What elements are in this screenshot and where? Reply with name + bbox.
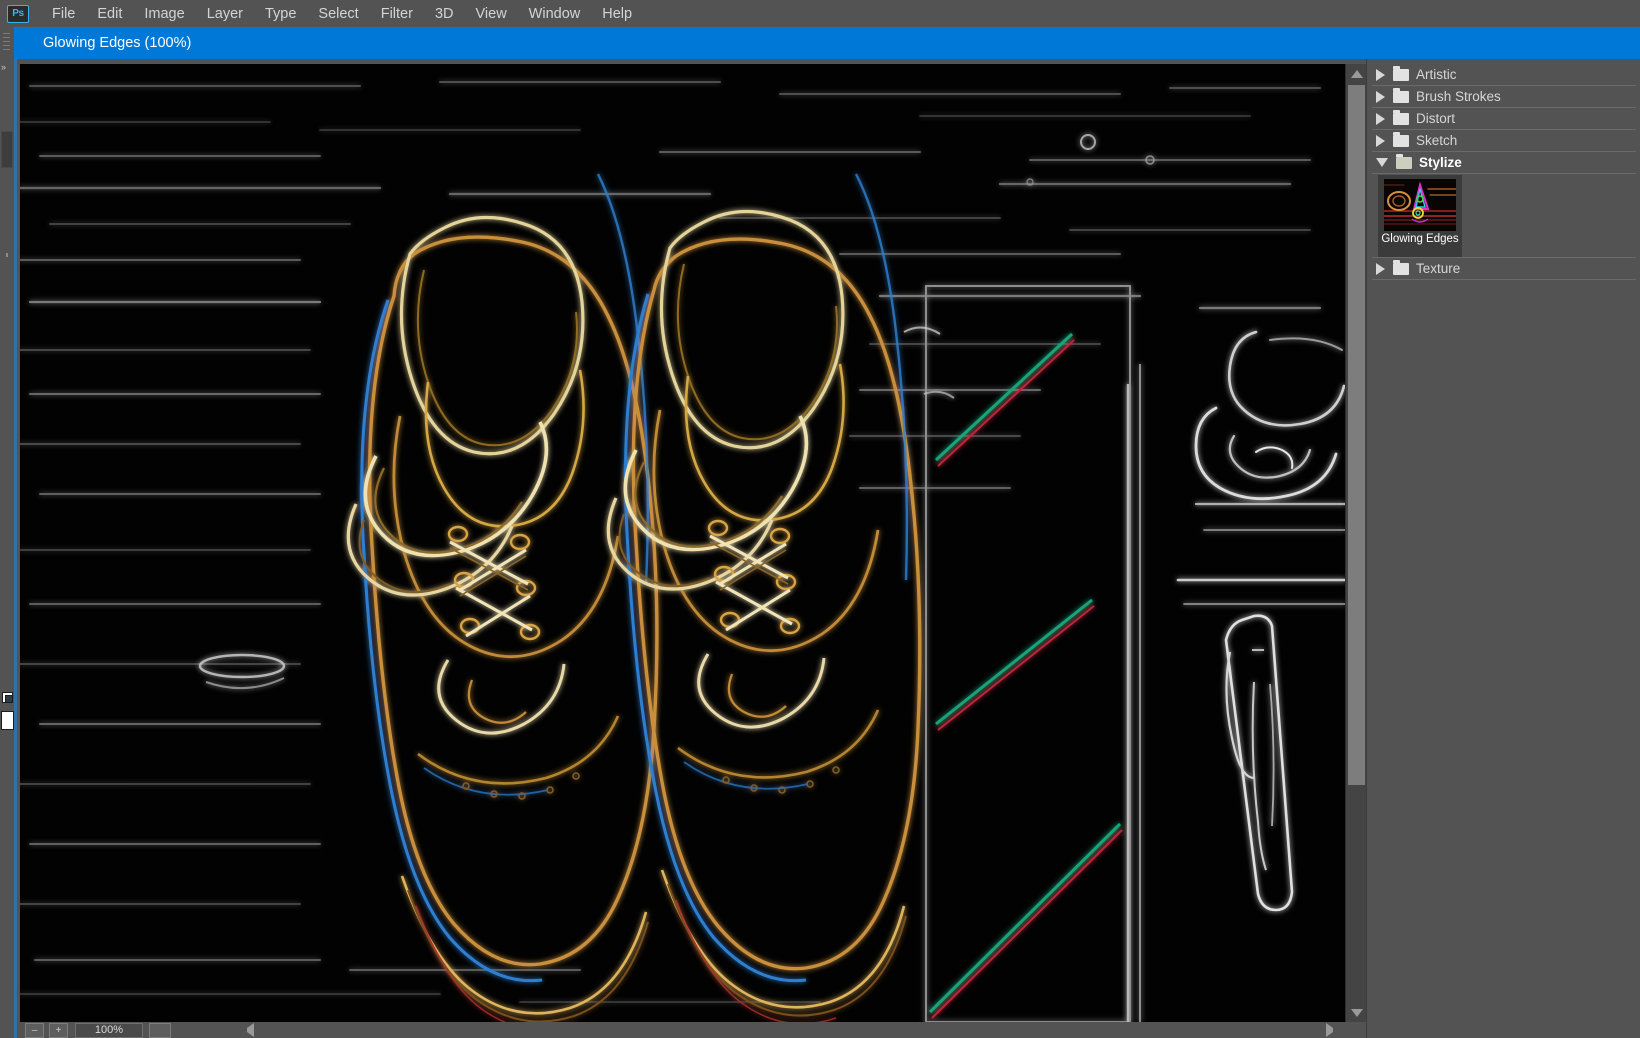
filter-category-sketch[interactable]: Sketch: [1372, 130, 1636, 152]
category-label: Stylize: [1419, 155, 1462, 171]
menu-item-3d[interactable]: 3D: [424, 2, 465, 26]
canvas-horizontal-scrollbar[interactable]: [240, 1022, 1340, 1038]
menu-item-view[interactable]: View: [465, 2, 518, 26]
category-label: Sketch: [1416, 133, 1457, 149]
category-label: Texture: [1416, 261, 1460, 277]
menu-item-select[interactable]: Select: [307, 2, 369, 26]
folder-open-icon: [1396, 157, 1412, 169]
photoshop-filter-gallery-window: Ps File Edit Image Layer Type Select Fil…: [0, 0, 1640, 1038]
toolstrip-accent-line: [14, 59, 17, 1038]
zoom-preset-dropdown[interactable]: [149, 1023, 171, 1038]
chevron-down-icon: [1376, 158, 1388, 167]
photoshop-logo-icon[interactable]: Ps: [7, 5, 29, 23]
document-title-bar: Glowing Edges (100%): [0, 27, 1640, 59]
filter-thumbnail-label: Glowing Edges: [1378, 233, 1462, 245]
menu-item-layer[interactable]: Layer: [196, 2, 254, 26]
menu-item-filter[interactable]: Filter: [370, 2, 424, 26]
folder-icon: [1393, 69, 1409, 81]
filter-category-panel: Artistic Brush Strokes Distort Sketch: [1366, 59, 1640, 1038]
chevron-up-icon: [1351, 70, 1363, 78]
arrange-documents-icon[interactable]: »: [1, 62, 13, 73]
zoom-in-button[interactable]: +: [49, 1023, 68, 1038]
filter-category-distort[interactable]: Distort: [1372, 108, 1636, 130]
filter-category-texture[interactable]: Texture: [1372, 258, 1636, 280]
title-banner: Glowing Edges (100%): [14, 27, 1640, 59]
tool-strip: »: [0, 59, 20, 1038]
filter-category-artistic[interactable]: Artistic: [1372, 64, 1636, 86]
category-label: Brush Strokes: [1416, 89, 1501, 105]
category-label: Artistic: [1416, 67, 1457, 83]
page-title: Glowing Edges (100%): [14, 35, 191, 51]
menu-item-type[interactable]: Type: [254, 2, 307, 26]
menu-bar: Ps File Edit Image Layer Type Select Fil…: [0, 0, 1640, 27]
filter-category-brush-strokes[interactable]: Brush Strokes: [1372, 86, 1636, 108]
folder-icon: [1393, 91, 1409, 103]
chevron-right-icon: [1376, 263, 1385, 275]
tool-group-icon[interactable]: [1, 131, 13, 168]
chevron-right-icon: [1376, 91, 1385, 103]
filter-thumbnail-grid: Glowing Edges: [1372, 174, 1636, 258]
chevron-right-icon: [1376, 135, 1385, 147]
scroll-up-button[interactable]: [1346, 64, 1367, 83]
scrollbar-thumb[interactable]: [1348, 85, 1365, 785]
filter-preview-canvas[interactable]: [20, 64, 1345, 1022]
menu-item-window[interactable]: Window: [518, 2, 592, 26]
scroll-left-button[interactable]: [240, 1023, 254, 1037]
folder-icon: [1393, 263, 1409, 275]
canvas-vertical-scrollbar[interactable]: [1345, 64, 1366, 1022]
folder-icon: [1393, 135, 1409, 147]
menu-item-file[interactable]: File: [41, 2, 86, 26]
menu-item-edit[interactable]: Edit: [86, 2, 133, 26]
chevron-right-icon: [1376, 113, 1385, 125]
panel-grip-handle[interactable]: [3, 33, 10, 53]
menu-item-help[interactable]: Help: [591, 2, 643, 26]
foreground-color-chip[interactable]: [5, 695, 13, 703]
chevron-right-icon: [1376, 69, 1385, 81]
scroll-down-button[interactable]: [1346, 1003, 1367, 1022]
filter-category-stylize[interactable]: Stylize: [1372, 152, 1636, 174]
glowing-edges-preview-image: [20, 64, 1345, 1022]
scroll-right-button[interactable]: [1326, 1023, 1340, 1037]
zoom-level-value[interactable]: 100%: [75, 1023, 143, 1038]
category-label: Distort: [1416, 111, 1455, 127]
filter-thumbnail-glowing-edges[interactable]: Glowing Edges: [1378, 175, 1462, 257]
menu-item-image[interactable]: Image: [133, 2, 195, 26]
zoom-out-button[interactable]: –: [25, 1023, 44, 1038]
folder-icon: [1393, 113, 1409, 125]
filter-category-list: Artistic Brush Strokes Distort Sketch: [1372, 64, 1636, 280]
chevron-down-icon: [1351, 1009, 1363, 1017]
tool-marker-icon: [6, 253, 8, 257]
background-color-swatch[interactable]: [1, 711, 14, 730]
glowing-edges-thumbnail-icon: [1384, 179, 1456, 231]
